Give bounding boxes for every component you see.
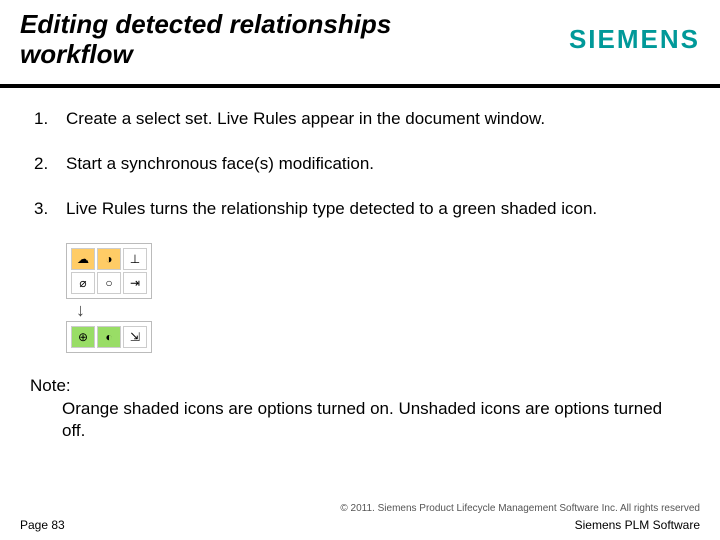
copyright-text: © 2011. Siemens Product Lifecycle Manage… [20, 503, 700, 514]
icon-grid-top: ☁ ◑ ⊥ ⌀ ○ ⇥ [66, 243, 152, 299]
note-block: Note: Orange shaded icons are options tu… [30, 375, 690, 444]
icon-grid-bottom: ⊕ ◐ ⇲ [66, 321, 152, 353]
rule-icon: ⇥ [123, 272, 147, 294]
icon-row: ⌀ ○ ⇥ [70, 271, 148, 295]
slide-content: Create a select set. Live Rules appear i… [0, 88, 720, 444]
slide-footer: © 2011. Siemens Product Lifecycle Manage… [0, 503, 720, 532]
live-rules-illustration: ☁ ◑ ⊥ ⌀ ○ ⇥ ↓ ⊕ ◐ ⇲ [66, 243, 690, 353]
page-number: Page 83 [20, 518, 65, 532]
rule-icon: ⌀ [71, 272, 95, 294]
step-item: Create a select set. Live Rules appear i… [30, 108, 690, 131]
arrow-down-icon: ↓ [76, 301, 690, 319]
step-item: Start a synchronous face(s) modification… [30, 153, 690, 176]
rule-icon: ◐ [97, 326, 121, 348]
slide-title: Editing detected relationships workflow [20, 10, 420, 70]
footer-row: Page 83 Siemens PLM Software [20, 518, 700, 532]
product-name: Siemens PLM Software [575, 518, 700, 532]
rule-icon: ◑ [97, 248, 121, 270]
rule-icon: ⊕ [71, 326, 95, 348]
workflow-steps: Create a select set. Live Rules appear i… [30, 108, 690, 221]
brand-logo: SIEMENS [569, 24, 700, 55]
note-body: Orange shaded icons are options turned o… [30, 398, 690, 444]
icon-row: ☁ ◑ ⊥ [70, 247, 148, 271]
rule-icon: ○ [97, 272, 121, 294]
rule-icon: ⇲ [123, 326, 147, 348]
icon-row: ⊕ ◐ ⇲ [70, 325, 148, 349]
rule-icon: ⊥ [123, 248, 147, 270]
note-label: Note: [30, 375, 690, 398]
slide-header: Editing detected relationships workflow … [0, 0, 720, 88]
step-item: Live Rules turns the relationship type d… [30, 198, 690, 221]
rule-icon: ☁ [71, 248, 95, 270]
